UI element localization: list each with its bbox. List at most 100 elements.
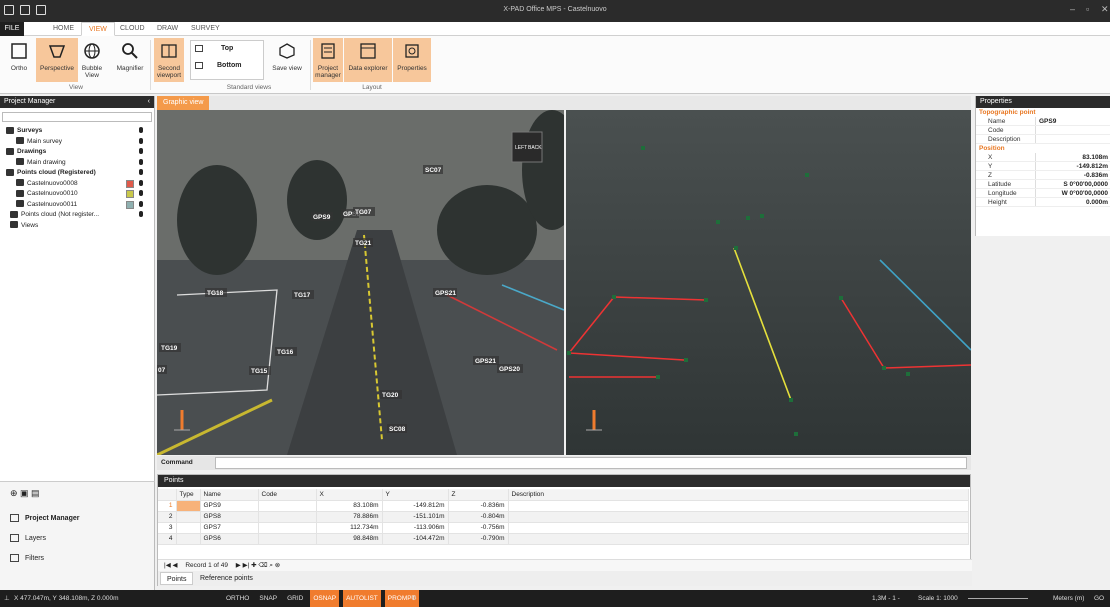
- col-type[interactable]: Type: [176, 489, 201, 501]
- ortho-button[interactable]: Ortho: [4, 38, 34, 82]
- magnifier-button[interactable]: Magnifier: [112, 38, 148, 82]
- layer-color-swatch[interactable]: [126, 200, 134, 209]
- tree-item[interactable]: Drawings: [6, 147, 148, 157]
- col-name[interactable]: Name: [200, 489, 259, 501]
- view-top[interactable]: Top: [221, 45, 233, 52]
- tab-draw[interactable]: DRAW: [150, 22, 185, 36]
- property-row[interactable]: Latitude S 0°00'00,0000: [976, 180, 1110, 189]
- settings-icon[interactable]: ⚙: [411, 590, 417, 607]
- mode-toggle-grid[interactable]: GRID: [284, 590, 306, 607]
- property-row[interactable]: Y -149.812m: [976, 162, 1110, 171]
- zoom-slider[interactable]: [968, 590, 1044, 607]
- property-value[interactable]: S 0°00'00,0000: [1036, 180, 1110, 188]
- tree-item[interactable]: Main survey: [16, 137, 148, 147]
- property-row[interactable]: Z -0.836m: [976, 171, 1110, 180]
- search-input[interactable]: [2, 112, 152, 122]
- tree-item[interactable]: Views: [10, 221, 148, 231]
- col-description[interactable]: Description: [508, 489, 969, 501]
- property-section-header[interactable]: Topographic point: [976, 108, 1110, 117]
- command-input[interactable]: [215, 457, 967, 469]
- tree-item[interactable]: Surveys: [6, 126, 148, 136]
- properties-button[interactable]: Properties: [393, 38, 431, 82]
- mode-toggle-osnap[interactable]: OSNAP: [310, 590, 340, 607]
- tab-view[interactable]: VIEW: [81, 22, 115, 36]
- collapse-icon[interactable]: ‹: [148, 96, 150, 108]
- tree-item[interactable]: Points cloud (Not register...: [10, 210, 148, 220]
- property-row[interactable]: X 83.108m: [976, 153, 1110, 162]
- second-viewport-button[interactable]: Second viewport: [154, 38, 184, 82]
- visibility-bulb-icon[interactable]: [139, 211, 143, 217]
- close-icon[interactable]: ✕: [1101, 4, 1109, 15]
- visibility-bulb-icon[interactable]: [139, 190, 143, 196]
- tab-cloud[interactable]: CLOUD: [113, 22, 152, 36]
- visibility-bulb-icon[interactable]: [139, 169, 143, 175]
- tab-home[interactable]: HOME: [46, 22, 81, 36]
- view-bottom[interactable]: Bottom: [217, 62, 242, 69]
- project-manager-button[interactable]: Project manager: [313, 38, 343, 82]
- mode-toggle-snap[interactable]: SNAP: [256, 590, 280, 607]
- visibility-bulb-icon[interactable]: [139, 148, 143, 154]
- row-number: 4: [158, 533, 177, 545]
- graphic-viewport-3d[interactable]: GPS9 GPS8 TG07 TG21 SC07 TG18 TG17 GPS21…: [157, 110, 564, 455]
- property-value[interactable]: [1036, 126, 1110, 134]
- property-section-header[interactable]: Position: [976, 144, 1110, 153]
- property-value[interactable]: W 0°00'00,0000: [1036, 189, 1110, 197]
- col-x[interactable]: X: [316, 489, 383, 501]
- property-value[interactable]: GPS9: [1036, 117, 1110, 125]
- visibility-bulb-icon[interactable]: [139, 127, 143, 133]
- col-z[interactable]: Z: [448, 489, 509, 501]
- property-row[interactable]: Longitude W 0°00'00,0000: [976, 189, 1110, 198]
- property-value[interactable]: -0.836m: [1036, 171, 1110, 179]
- graphic-viewport-top[interactable]: [566, 110, 971, 455]
- tab-points[interactable]: Points: [160, 572, 194, 585]
- property-row[interactable]: Height 0.000m: [976, 198, 1110, 207]
- property-value[interactable]: 83.108m: [1036, 153, 1110, 161]
- tab-graphic-view[interactable]: Graphic view: [157, 96, 210, 110]
- standard-views-list[interactable]: Top Bottom: [190, 40, 264, 80]
- bubble-view-button[interactable]: Bubble View: [79, 38, 105, 82]
- tree-item[interactable]: Castelnuovo0011: [16, 200, 148, 210]
- table-row[interactable]: 4 GPS6 98.848m -104.472m -0.790m: [158, 533, 969, 545]
- data-explorer-button[interactable]: Data explorer: [344, 38, 392, 82]
- units-readout[interactable]: Meters (m): [1053, 590, 1084, 607]
- tree-item[interactable]: Points cloud (Registered): [6, 168, 148, 178]
- col-y[interactable]: Y: [382, 489, 449, 501]
- tab-survey[interactable]: SURVEY: [184, 22, 227, 36]
- visibility-bulb-icon[interactable]: [139, 200, 143, 207]
- nav-filters[interactable]: Filters: [10, 552, 44, 566]
- property-row[interactable]: Description: [976, 135, 1110, 144]
- maximize-icon[interactable]: ▫: [1086, 4, 1089, 14]
- minimize-icon[interactable]: –: [1070, 4, 1075, 14]
- table-row[interactable]: 1 GPS9 83.108m -149.812m -0.836m: [158, 500, 969, 512]
- tree-item[interactable]: Castelnuovo0010: [16, 189, 148, 199]
- nav-layers[interactable]: Layers: [10, 532, 46, 546]
- layer-color-swatch[interactable]: [126, 190, 134, 198]
- tree-item[interactable]: Castelnuovo0008: [16, 179, 148, 189]
- property-row[interactable]: Code: [976, 126, 1110, 135]
- property-row[interactable]: Name GPS9: [976, 117, 1110, 126]
- property-value[interactable]: -149.812m: [1036, 162, 1110, 170]
- perspective-button[interactable]: Perspective: [36, 38, 78, 82]
- nav-project-manager[interactable]: Project Manager: [10, 512, 79, 526]
- first-record-icon[interactable]: |◀ ◀: [164, 562, 178, 569]
- col-code[interactable]: Code: [258, 489, 317, 501]
- save-view-button[interactable]: Save view: [270, 38, 304, 82]
- table-row[interactable]: 3 GPS7 112.734m -113.906m -0.756m: [158, 522, 969, 534]
- tab-file[interactable]: FILE: [0, 22, 24, 36]
- tab-reference-points[interactable]: Reference points: [194, 572, 259, 585]
- property-value[interactable]: [1036, 135, 1110, 143]
- property-value[interactable]: 0.000m: [1036, 198, 1110, 206]
- go-button[interactable]: GO: [1094, 590, 1104, 607]
- visibility-bulb-icon[interactable]: [139, 158, 143, 165]
- scale-readout[interactable]: Scale 1: 1000: [918, 590, 958, 607]
- property-key: Height: [976, 198, 1036, 206]
- visibility-bulb-icon[interactable]: [139, 137, 143, 144]
- layer-color-swatch[interactable]: [126, 179, 134, 188]
- mode-toggle-ortho[interactable]: ORTHO: [223, 590, 252, 607]
- record-nav-icons[interactable]: ▶ ▶| ✚ ⌫ ⌕ ⊗: [236, 562, 280, 569]
- mode-toggle-autolist[interactable]: AUTOLIST: [343, 590, 381, 607]
- nav-toolbar-icons[interactable]: ⊕ ▣ ▤: [10, 488, 40, 499]
- tree-item[interactable]: Main drawing: [16, 158, 148, 168]
- table-row[interactable]: 2 GPS8 78.886m -151.101m -0.804m: [158, 511, 969, 523]
- visibility-bulb-icon[interactable]: [139, 179, 143, 186]
